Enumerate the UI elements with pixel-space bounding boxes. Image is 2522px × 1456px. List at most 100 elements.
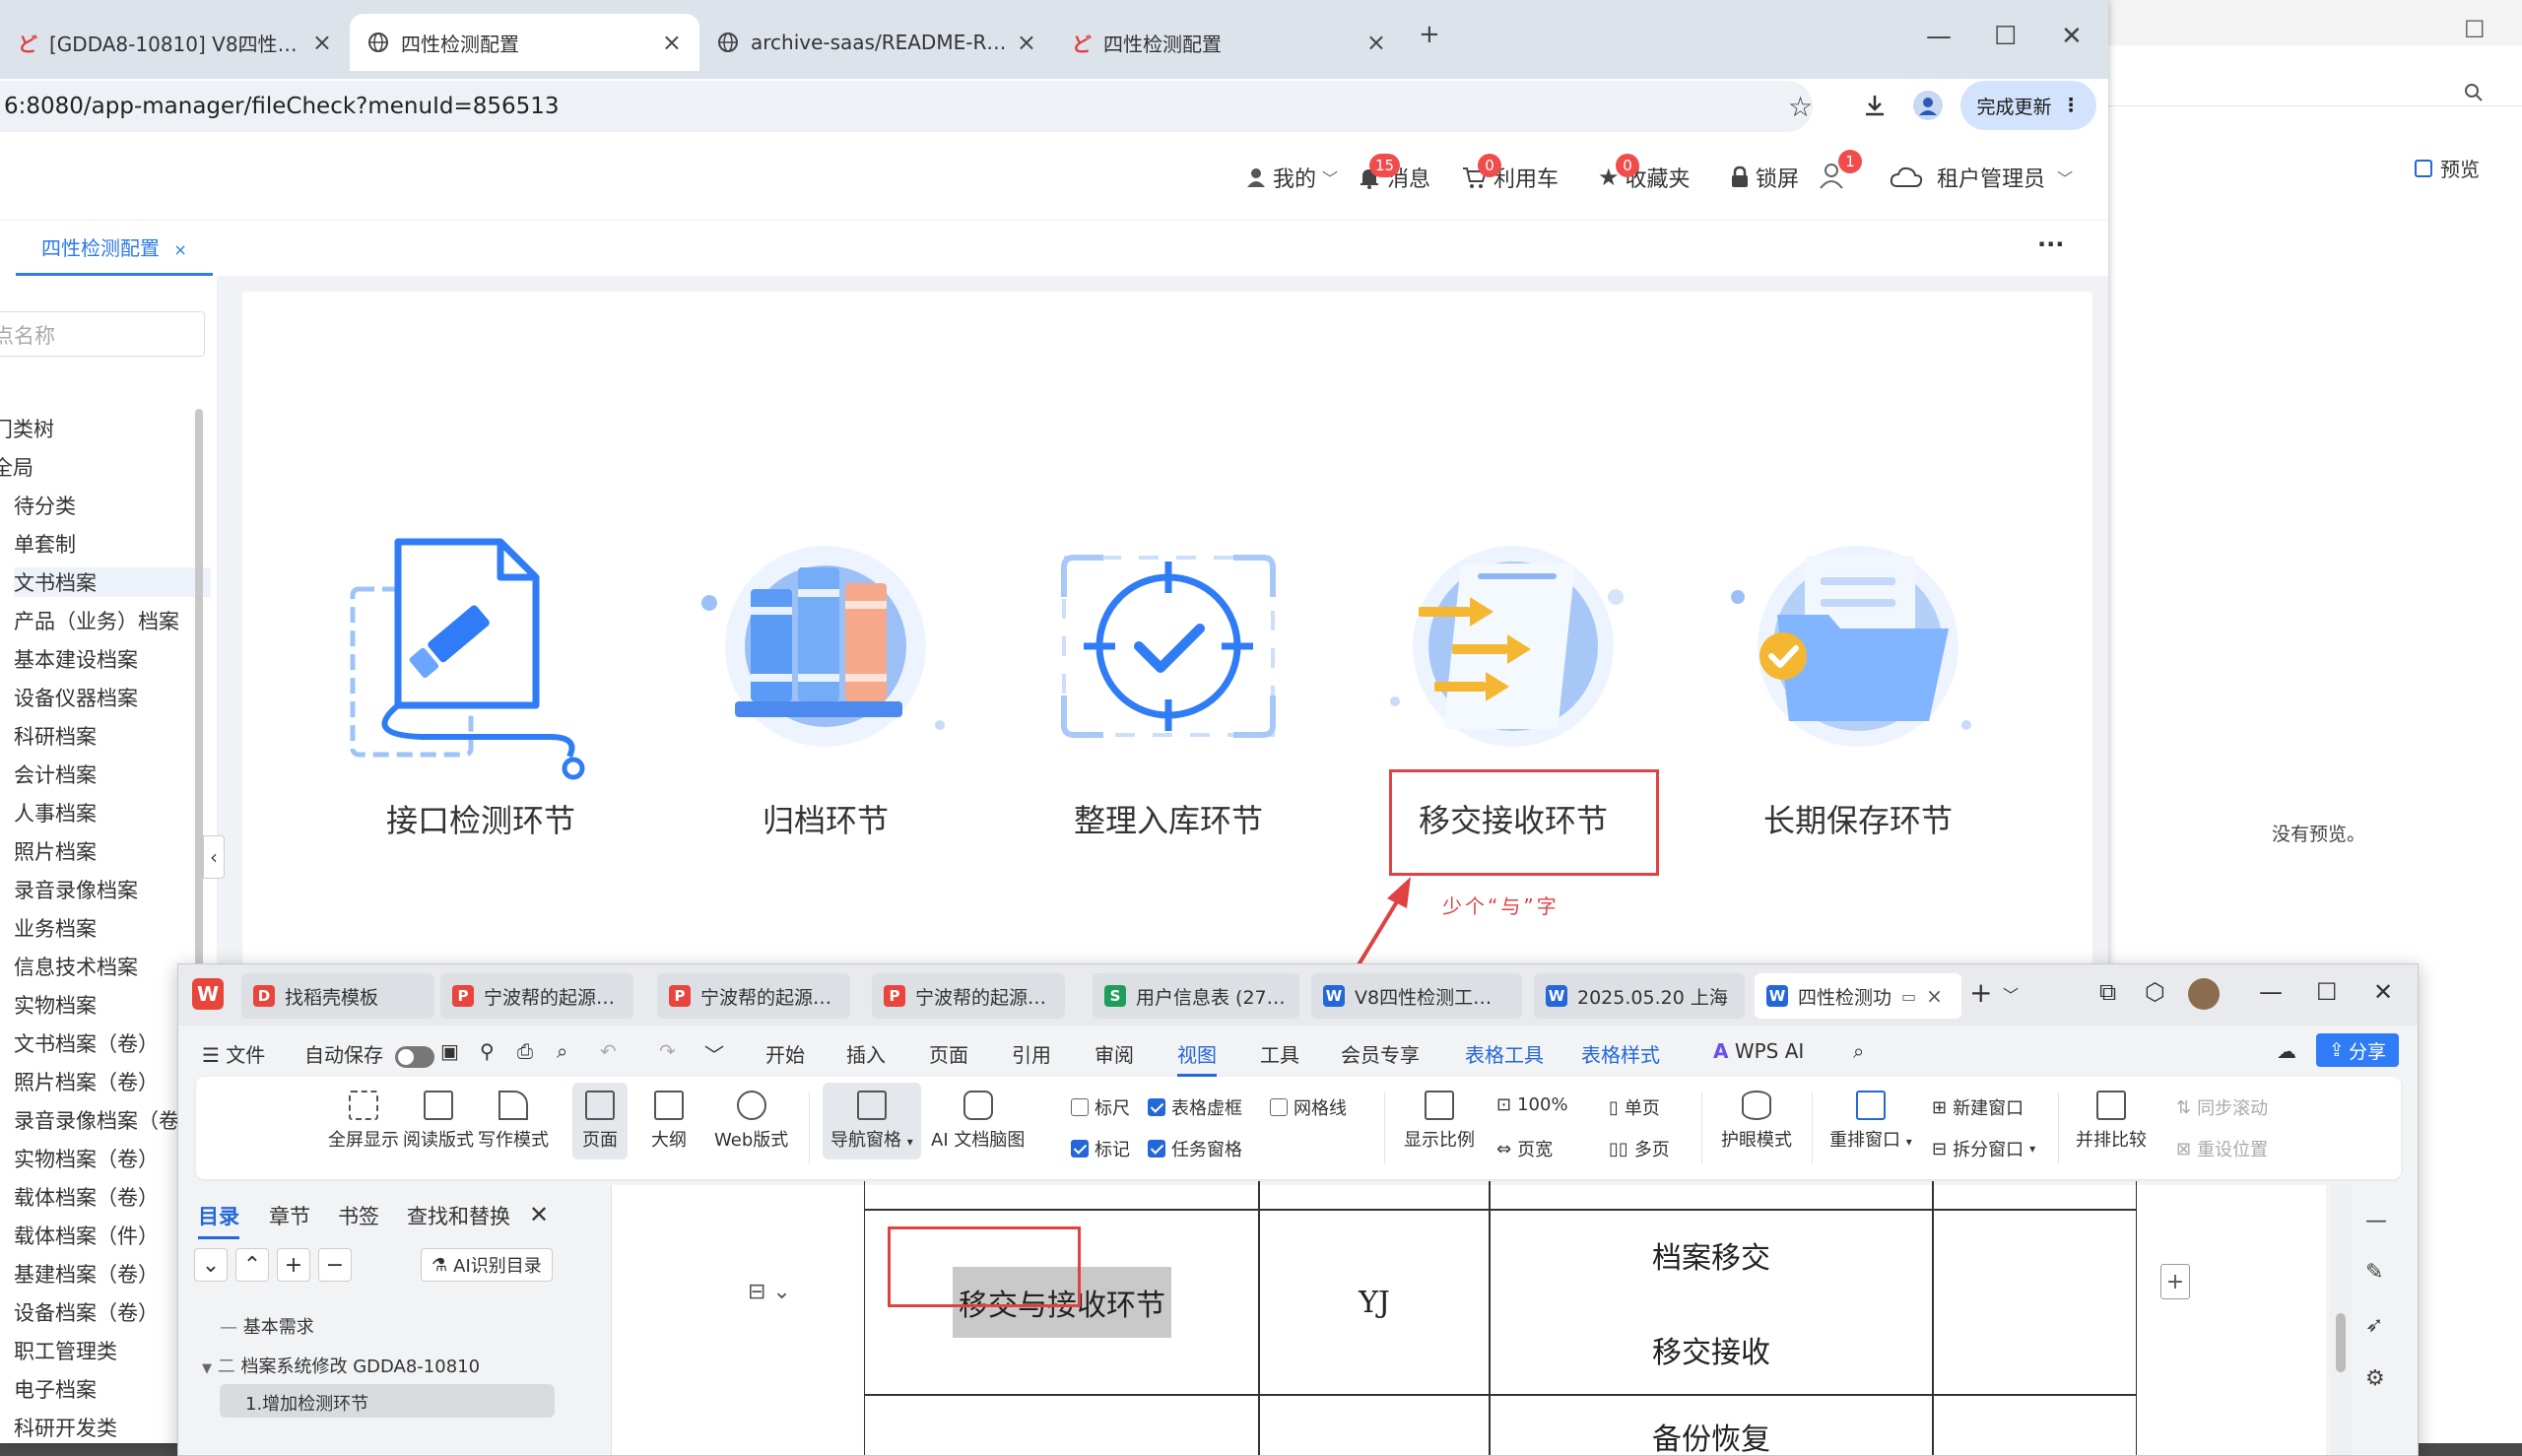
scrollbar-thumb[interactable] bbox=[2336, 1313, 2346, 1372]
wps-logo-icon[interactable]: W bbox=[192, 978, 224, 1010]
nav-pane-button[interactable]: 导航窗格 ▾ bbox=[823, 1083, 921, 1159]
wps-doc-tab[interactable]: P 宁波帮的起源与发 bbox=[440, 973, 633, 1019]
reset-position-icon: ⊠ bbox=[2176, 1138, 2192, 1159]
table-cell-substages[interactable]: 档案移交 移交接收 bbox=[1489, 1209, 1934, 1396]
gridlines-checkbox[interactable]: 网格线 bbox=[1270, 1094, 1347, 1120]
menu-view[interactable]: 视图 bbox=[1177, 1039, 1217, 1077]
ai-toc-button[interactable]: ⚗ AI识别目录 bbox=[421, 1248, 553, 1282]
menu-file[interactable]: ☰ 文件 bbox=[202, 1039, 265, 1068]
outline-button[interactable]: 大纲 bbox=[651, 1091, 687, 1152]
file-type-icon: S bbox=[1104, 985, 1126, 1007]
quick-access-dropdown-icon[interactable]: ﹀ bbox=[704, 1039, 724, 1068]
share-link-icon[interactable]: ⚲ bbox=[480, 1039, 495, 1063]
reset-position-button[interactable]: ⊠ 重设位置 bbox=[2176, 1136, 2268, 1161]
multi-page-button[interactable]: ▯▯ 多页 bbox=[1609, 1136, 1670, 1161]
minus-icon[interactable]: — bbox=[2365, 1209, 2387, 1233]
remove-heading-button[interactable]: − bbox=[318, 1248, 352, 1282]
print-preview-icon[interactable]: ⌕ bbox=[557, 1039, 567, 1063]
menu-member[interactable]: 会员专享 bbox=[1341, 1039, 1420, 1068]
toc-item[interactable]: — 基本需求 bbox=[220, 1313, 314, 1339]
new-tab-button[interactable]: + bbox=[1969, 976, 1992, 1009]
cursor-select-icon[interactable]: ➶ bbox=[2365, 1313, 2383, 1338]
autosave-toggle[interactable]: 自动保存 bbox=[304, 1039, 435, 1068]
arrange-windows-button[interactable]: 重排窗口 ▾ bbox=[1829, 1091, 1912, 1152]
split-window-icon: ⊟ bbox=[1932, 1138, 1948, 1159]
wps-doc-tab[interactable]: S用户信息表 (27).xls bbox=[1093, 973, 1299, 1019]
fullscreen-button[interactable]: 全屏显示 bbox=[328, 1091, 399, 1152]
menu-page[interactable]: 页面 bbox=[929, 1039, 968, 1068]
menu-review[interactable]: 审阅 bbox=[1095, 1039, 1134, 1068]
display-ratio-button[interactable]: 显示比例 bbox=[1404, 1091, 1475, 1152]
writing-mode-button[interactable]: 写作模式 bbox=[478, 1091, 549, 1152]
share-button[interactable]: ⇪ 分享 bbox=[2316, 1033, 2399, 1067]
menu-wps-ai[interactable]: A WPS AI bbox=[1713, 1039, 1804, 1063]
chevron-down-icon: ⌄ bbox=[201, 1252, 221, 1278]
file-type-icon: W bbox=[1323, 985, 1345, 1007]
pen-icon[interactable]: ✎ bbox=[2365, 1260, 2383, 1285]
task-pane-checkbox[interactable]: 任务窗格 bbox=[1148, 1136, 1242, 1161]
toc-item[interactable]: ▼ 二 档案系统修改 GDDA8-10810 bbox=[202, 1353, 480, 1378]
wps-doc-tab[interactable]: W 四性检测功 ▭ × bbox=[1755, 973, 1961, 1019]
table-handle-icon[interactable]: ⊟ ⌄ bbox=[748, 1280, 791, 1304]
table-cell-next[interactable]: 备份恢复 bbox=[1489, 1394, 1934, 1455]
cloud-upload-icon[interactable]: ☁ bbox=[2277, 1039, 2296, 1063]
eye-icon bbox=[1742, 1091, 1771, 1120]
nav-tab-bookmark[interactable]: 书签 bbox=[338, 1201, 379, 1230]
mark-checkbox[interactable]: 标记 bbox=[1071, 1136, 1130, 1161]
highlight-box-cell bbox=[888, 1226, 1081, 1307]
web-layout-button[interactable]: Web版式 bbox=[714, 1091, 788, 1152]
menu-tools[interactable]: 工具 bbox=[1260, 1039, 1299, 1068]
file-type-icon: W bbox=[1546, 985, 1567, 1007]
table-cell-code[interactable]: YJ bbox=[1258, 1209, 1491, 1396]
user-avatar[interactable] bbox=[2188, 978, 2220, 1010]
nav-tab-find[interactable]: 查找和替换 bbox=[407, 1201, 510, 1230]
page-layout-button[interactable]: 页面 bbox=[572, 1083, 628, 1159]
zoom-100-button[interactable]: ⊡ 100% bbox=[1496, 1094, 1568, 1115]
side-by-side-button[interactable]: 并排比较 bbox=[2076, 1091, 2147, 1152]
page-width-button[interactable]: ⇔ 页宽 bbox=[1496, 1136, 1553, 1161]
split-window-button[interactable]: ⊟ 拆分窗口 ▾ bbox=[1932, 1136, 2035, 1161]
new-window-button[interactable]: ⊞ 新建窗口 bbox=[1932, 1094, 2024, 1120]
settings-sliders-icon[interactable]: ⚙ bbox=[2365, 1366, 2385, 1391]
table-grid-checkbox[interactable]: 表格虚框 bbox=[1148, 1094, 1242, 1120]
ai-mindmap-button[interactable]: AI 文档脑图 bbox=[931, 1091, 1025, 1152]
close-icon[interactable]: ✕ bbox=[529, 1201, 549, 1228]
monitor-icon[interactable]: ▭ bbox=[1901, 987, 1916, 1006]
toc-item-selected[interactable]: 1.增加检测环节 bbox=[220, 1384, 555, 1418]
menu-table-style[interactable]: 表格样式 bbox=[1581, 1039, 1660, 1068]
chevron-down-icon[interactable]: ﹀ bbox=[2003, 982, 2019, 1006]
wps-doc-tab[interactable]: D 找稻壳模板 bbox=[241, 973, 434, 1019]
minimize-icon[interactable]: — bbox=[2259, 978, 2283, 1006]
collapse-up-button[interactable]: ⌃ bbox=[235, 1248, 269, 1282]
reading-layout-button[interactable]: 阅读版式 bbox=[403, 1091, 474, 1152]
wps-doc-tab[interactable]: W V8四性检测工具市 bbox=[1311, 973, 1522, 1019]
close-icon[interactable]: × bbox=[1926, 984, 1943, 1008]
close-window-icon[interactable]: ✕ bbox=[2373, 978, 2393, 1006]
sync-scroll-button[interactable]: ⇅ 同步滚动 bbox=[2176, 1094, 2268, 1120]
add-heading-button[interactable]: + bbox=[277, 1248, 310, 1282]
wps-doc-tab[interactable]: W 2025.05.20 上海 bbox=[1534, 973, 1745, 1019]
cube-icon[interactable]: ⬡ bbox=[2145, 978, 2165, 1006]
eye-care-button[interactable]: 护眼模式 bbox=[1721, 1091, 1792, 1152]
save-icon[interactable]: ▣ bbox=[440, 1039, 459, 1063]
add-column-button[interactable]: + bbox=[2160, 1264, 2190, 1299]
menu-insert[interactable]: 插入 bbox=[846, 1039, 886, 1068]
mindmap-icon bbox=[962, 1091, 993, 1120]
ruler-checkbox[interactable]: 标尺 bbox=[1071, 1094, 1130, 1120]
menu-table-tools[interactable]: 表格工具 bbox=[1465, 1039, 1544, 1068]
undo-icon[interactable]: ↶ bbox=[600, 1039, 617, 1063]
maximize-icon[interactable]: ☐ bbox=[2316, 978, 2338, 1006]
nav-tab-chapter[interactable]: 章节 bbox=[269, 1201, 310, 1230]
wps-doc-tab[interactable]: P 宁波帮的起源与发 bbox=[872, 973, 1065, 1019]
expand-down-button[interactable]: ⌄ bbox=[194, 1248, 228, 1282]
menu-start[interactable]: 开始 bbox=[765, 1039, 805, 1068]
single-page-button[interactable]: ▯ 单页 bbox=[1609, 1094, 1660, 1120]
toggle-switch[interactable] bbox=[395, 1045, 435, 1068]
nav-tab-toc[interactable]: 目录 bbox=[198, 1201, 239, 1239]
window-layout-icon[interactable]: ⧉ bbox=[2099, 978, 2116, 1006]
print-icon[interactable]: ⎙ bbox=[517, 1039, 533, 1063]
search-icon[interactable]: ⌕ bbox=[1853, 1039, 1864, 1063]
menu-reference[interactable]: 引用 bbox=[1012, 1039, 1051, 1068]
wps-doc-tab[interactable]: P 宁波帮的起源与发 bbox=[657, 973, 850, 1019]
redo-icon[interactable]: ↷ bbox=[659, 1039, 676, 1063]
